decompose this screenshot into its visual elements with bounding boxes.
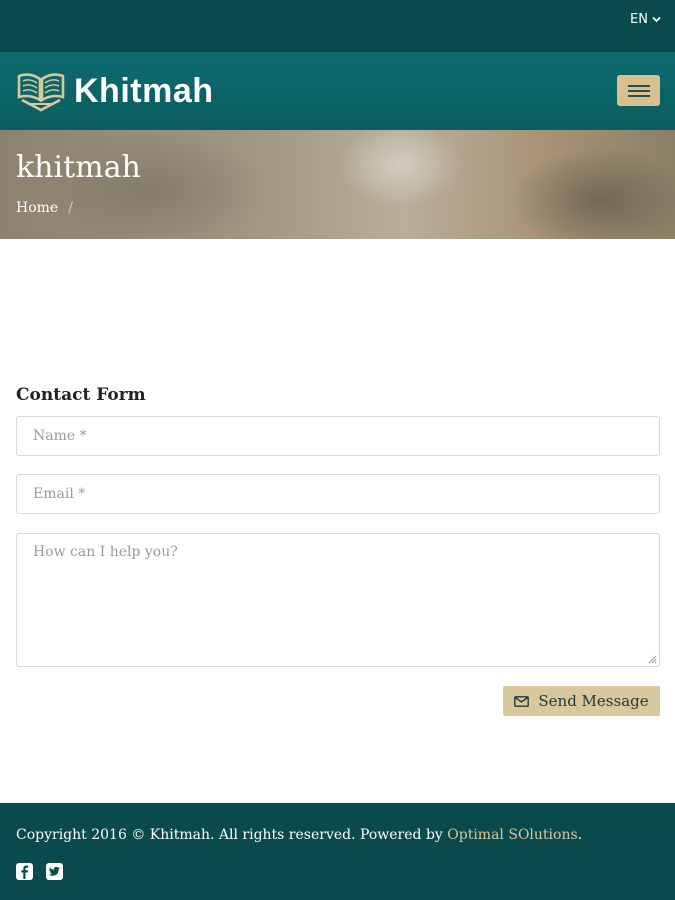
open-book-icon (17, 73, 65, 112)
language-label: EN (630, 12, 648, 27)
send-message-button[interactable]: Send Message (503, 686, 660, 716)
contact-form-title: Contact Form (16, 385, 146, 405)
copyright-period: . (577, 827, 583, 843)
copyright-text: Copyright 2016 © Khitmah. All rights res… (16, 827, 582, 843)
send-message-label: Send Message (538, 692, 649, 710)
powered-by-link[interactable]: Optimal SOlutions (447, 827, 577, 843)
hamburger-icon-line (627, 84, 650, 87)
social-links (16, 863, 63, 880)
breadcrumb: Home / (16, 200, 73, 216)
copyright-main: Copyright 2016 © Khitmah. All rights res… (16, 827, 448, 843)
message-textarea[interactable]: How can I help you? (16, 533, 660, 667)
email-input[interactable]: Email * (16, 474, 660, 514)
breadcrumb-home-link[interactable]: Home (16, 200, 58, 216)
facebook-icon[interactable] (16, 863, 33, 880)
page-title: khitmah (16, 150, 141, 185)
twitter-icon[interactable] (46, 863, 63, 880)
chevron-down-icon (652, 16, 661, 26)
hamburger-menu-button[interactable] (617, 75, 660, 106)
message-placeholder: How can I help you? (33, 544, 178, 560)
brand-logo[interactable]: Khitmah (16, 70, 214, 112)
site-footer: Copyright 2016 © Khitmah. All rights res… (0, 803, 675, 900)
name-placeholder: Name * (33, 428, 87, 444)
top-bar: EN (0, 0, 675, 52)
brand-name: Khitmah (74, 71, 214, 110)
breadcrumb-separator: / (68, 200, 73, 216)
resize-handle-icon[interactable] (647, 654, 657, 664)
name-input[interactable]: Name * (16, 416, 660, 456)
language-selector[interactable]: EN (630, 12, 661, 27)
page-hero-banner: khitmah Home / (0, 130, 675, 239)
email-placeholder: Email * (33, 486, 86, 502)
hamburger-icon-line (627, 94, 650, 97)
envelope-icon (514, 695, 530, 707)
hamburger-icon-line (627, 89, 650, 92)
main-navbar: Khitmah (0, 52, 675, 130)
